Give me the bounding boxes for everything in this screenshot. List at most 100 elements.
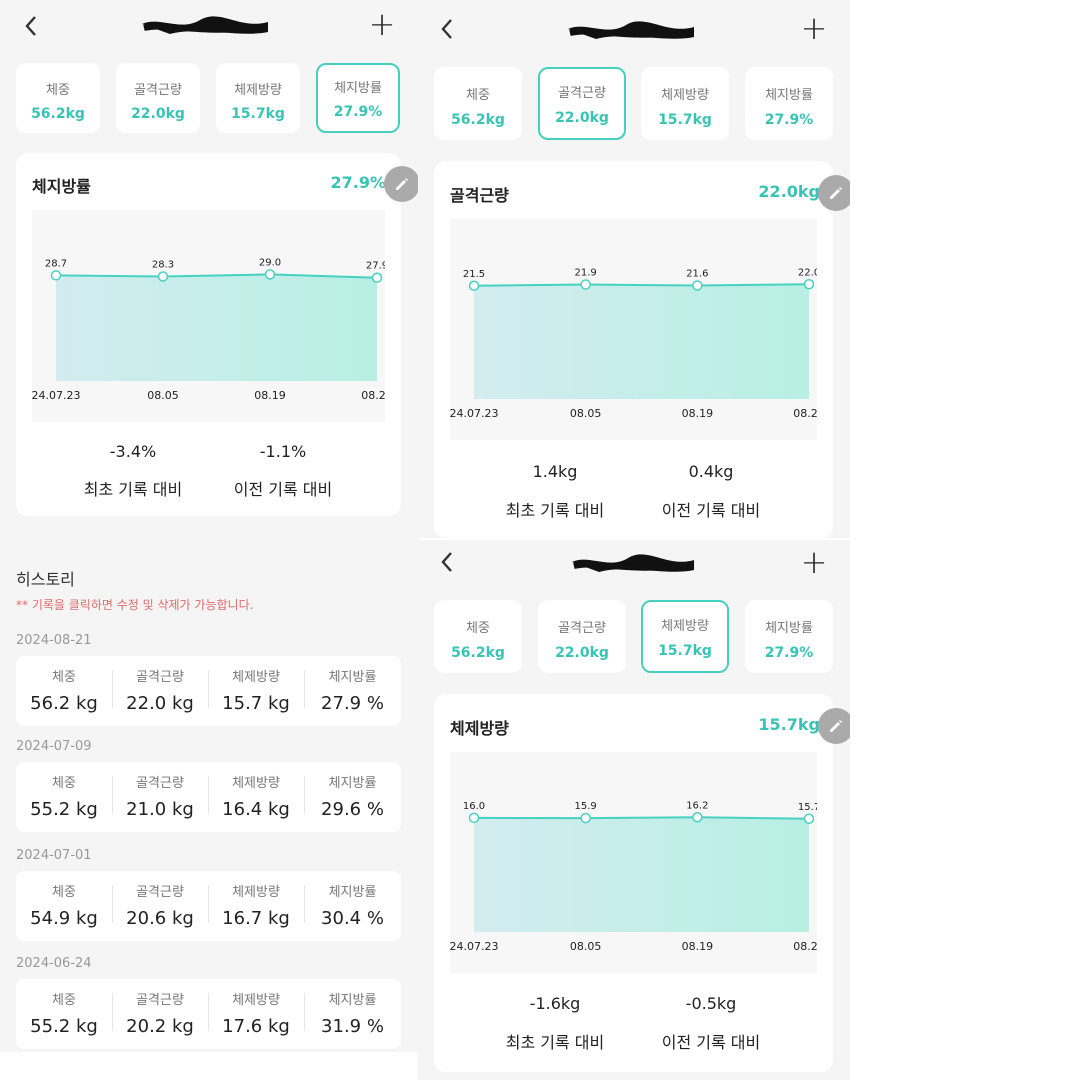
history-cell-label: 골격근량 [136, 670, 184, 685]
history-cell: 체지방률 27.9 % [304, 656, 401, 726]
data-label: 21.5 [463, 269, 485, 280]
history-row[interactable]: 체중 56.2 kg 골격근량 22.0 kg 체제방량 15.7 kg 체지방률 27… [16, 656, 401, 726]
history-cell: 체지방률 31.9 % [304, 979, 401, 1049]
chevron-left-icon[interactable] [434, 15, 462, 43]
history-cell-label: 체지방률 [328, 885, 377, 900]
history-cell: 체제방량 16.7 kg [208, 871, 304, 941]
plus-icon[interactable]: + [368, 8, 396, 40]
history-cell-label: 골격근량 [136, 885, 184, 900]
history-cell-value: 16.7 kg [222, 908, 290, 929]
tab-fat-percent[interactable]: 체지방률 27.9% [316, 63, 400, 133]
plus-icon[interactable]: + [800, 546, 828, 578]
tab-fat-mass[interactable]: 체제방량 15.7kg [216, 63, 300, 133]
history-cell-label: 체제방량 [232, 776, 280, 791]
data-point [803, 813, 815, 824]
history-cell: 체제방량 15.7 kg [208, 656, 304, 726]
history-cell-value: 54.9 kg [30, 908, 98, 929]
history-cell-value: 56.2 kg [30, 693, 98, 714]
data-point [580, 812, 591, 824]
plus-icon[interactable]: + [800, 12, 828, 44]
tab-value: 22.0kg [131, 106, 185, 122]
first-record-label: 최초 기록 대비 [83, 480, 183, 499]
first-record-label: 최초 기록 대비 [505, 501, 605, 520]
history-cell: 골격근량 20.2 kg [112, 979, 208, 1049]
first-record-diff: 1.4kg [532, 462, 578, 481]
tab-label: 골격근량 [134, 83, 182, 98]
x-tick-label: 08.05 [147, 389, 179, 402]
previous-record-label: 이전 기록 대비 [661, 501, 761, 520]
x-tick-label: 08.19 [682, 940, 714, 953]
history-cell-label: 체지방률 [328, 670, 377, 685]
history-cell-label: 체중 [52, 885, 76, 900]
series-line [473, 283, 810, 287]
tab-value: 22.0kg [555, 645, 609, 661]
tab-fat-percent[interactable]: 체지방률 27.9% [745, 67, 833, 140]
tab-weight[interactable]: 체중 56.2kg [434, 600, 522, 673]
first-record-diff: -1.6kg [529, 994, 581, 1013]
area-fill [474, 284, 809, 399]
tab-label: 체중 [46, 83, 70, 98]
x-tick-label: 08.05 [570, 940, 602, 953]
tab-label: 체지방률 [334, 81, 382, 96]
card-value: 15.7kg [758, 715, 820, 734]
top-bar: + [418, 540, 850, 596]
history-cell: 골격근량 20.6 kg [112, 871, 208, 941]
history-cell: 체중 54.9 kg [16, 871, 112, 941]
history-cell-value: 20.2 kg [126, 1016, 194, 1037]
history-cell: 체지방률 30.4 % [304, 871, 401, 941]
tab-fat-mass[interactable]: 체제방량 15.7kg [641, 600, 729, 673]
data-point [468, 812, 480, 824]
history-cell-label: 체제방량 [232, 993, 280, 1008]
first-record-diff: -3.4% [109, 442, 157, 461]
data-point [50, 270, 62, 281]
chevron-left-icon[interactable] [434, 548, 462, 576]
data-label: 21.6 [686, 268, 708, 279]
tab-weight[interactable]: 체중 56.2kg [434, 67, 522, 140]
history-row[interactable]: 체중 55.2 kg 골격근량 20.2 kg 체제방량 17.6 kg 체지방률 31… [16, 979, 401, 1049]
previous-record-diff: -1.1% [259, 442, 307, 461]
tab-value: 22.0kg [555, 110, 609, 126]
history-cell: 체제방량 17.6 kg [208, 979, 304, 1049]
tab-fat-percent[interactable]: 체지방률 27.9% [745, 600, 833, 673]
tab-value: 27.9% [764, 112, 814, 128]
history-row[interactable]: 체중 55.2 kg 골격근량 21.0 kg 체제방량 16.4 kg 체지방률 29… [16, 762, 401, 832]
history-cell: 체중 56.2 kg [16, 656, 112, 726]
chart-svg: 16.0 24.07.23 15.9 08.05 16.2 08.19 15.7 08.21 [450, 800, 817, 953]
data-label: 16.2 [686, 800, 708, 811]
tab-muscle[interactable]: 골격근량 22.0kg [538, 67, 626, 140]
tab-fat-mass[interactable]: 체제방량 15.7kg [641, 67, 729, 140]
previous-record-label: 이전 기록 대비 [661, 1033, 761, 1052]
tab-muscle[interactable]: 골격근량 22.0kg [116, 63, 200, 133]
pencil-icon[interactable] [818, 175, 850, 211]
history-cell-value: 16.4 kg [222, 799, 290, 820]
data-label: 15.9 [575, 801, 597, 812]
history-cell-label: 체제방량 [232, 885, 280, 900]
history-title: 히스토리 [16, 570, 75, 589]
tab-muscle[interactable]: 골격근량 22.0kg [538, 600, 626, 673]
tab-value: 56.2kg [451, 645, 505, 661]
card-value: 27.9% [330, 173, 386, 192]
history-cell-label: 체지방률 [328, 993, 377, 1008]
history-cell-value: 55.2 kg [30, 1016, 98, 1037]
history-note: ** 기록을 클릭하면 수정 및 삭제가 가능합니다. [16, 598, 254, 612]
top-bar: + [418, 0, 850, 56]
history-cell-value: 30.4 % [321, 908, 384, 929]
right-top-screen: + 체중 56.2kg 골격근량 22.0kg 체제방량 15.7kg 체지방률… [418, 0, 850, 538]
redacted-name-scribble [140, 12, 270, 38]
history-cell: 골격근량 21.0 kg [112, 762, 208, 832]
history-cell-label: 골격근량 [136, 776, 184, 791]
tab-weight[interactable]: 체중 56.2kg [16, 63, 100, 133]
history-cell-value: 55.2 kg [30, 799, 98, 820]
history-row[interactable]: 체중 54.9 kg 골격근량 20.6 kg 체제방량 16.7 kg 체지방률 30… [16, 871, 401, 941]
pencil-icon[interactable] [818, 708, 850, 744]
pencil-icon[interactable] [384, 166, 418, 202]
data-label: 22.0 [798, 267, 817, 278]
data-point [371, 272, 383, 283]
tab-label: 체제방량 [234, 83, 282, 98]
history-date: 2024-07-09 [16, 739, 92, 754]
tab-label: 체중 [466, 88, 490, 103]
first-record-label: 최초 기록 대비 [505, 1033, 605, 1052]
x-tick-label: 08.21 [361, 389, 385, 402]
chevron-left-icon[interactable] [18, 12, 46, 40]
history-date: 2024-07-01 [16, 848, 92, 863]
